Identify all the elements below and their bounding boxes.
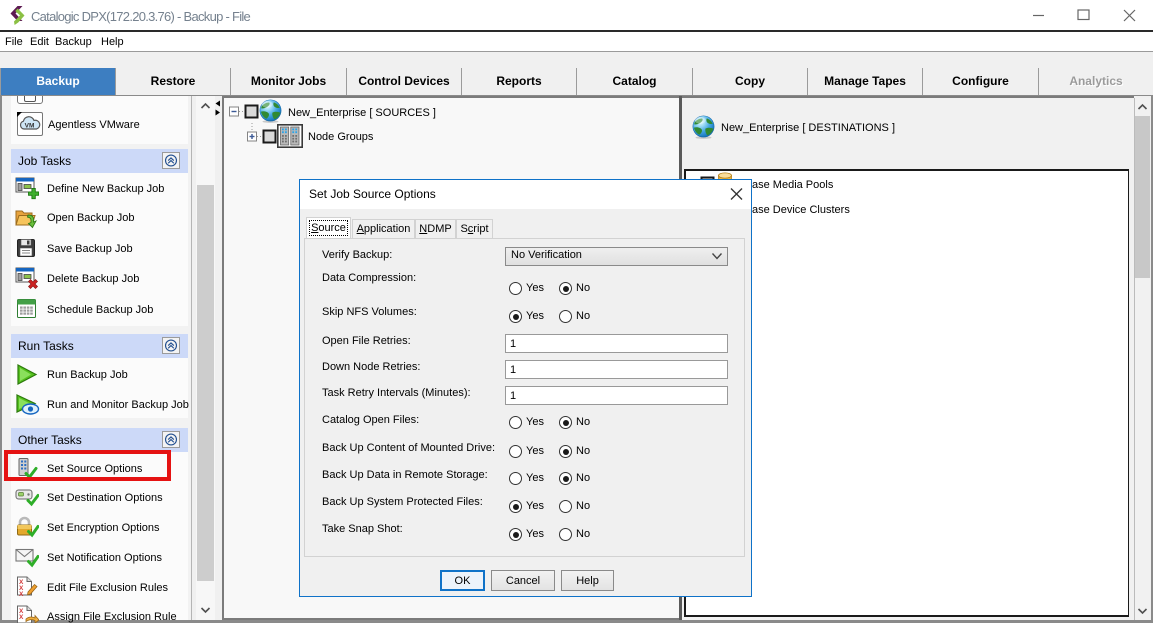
svg-text:X: X <box>19 591 24 598</box>
svg-text:X: X <box>19 614 24 621</box>
svg-text:VM: VM <box>25 123 35 130</box>
